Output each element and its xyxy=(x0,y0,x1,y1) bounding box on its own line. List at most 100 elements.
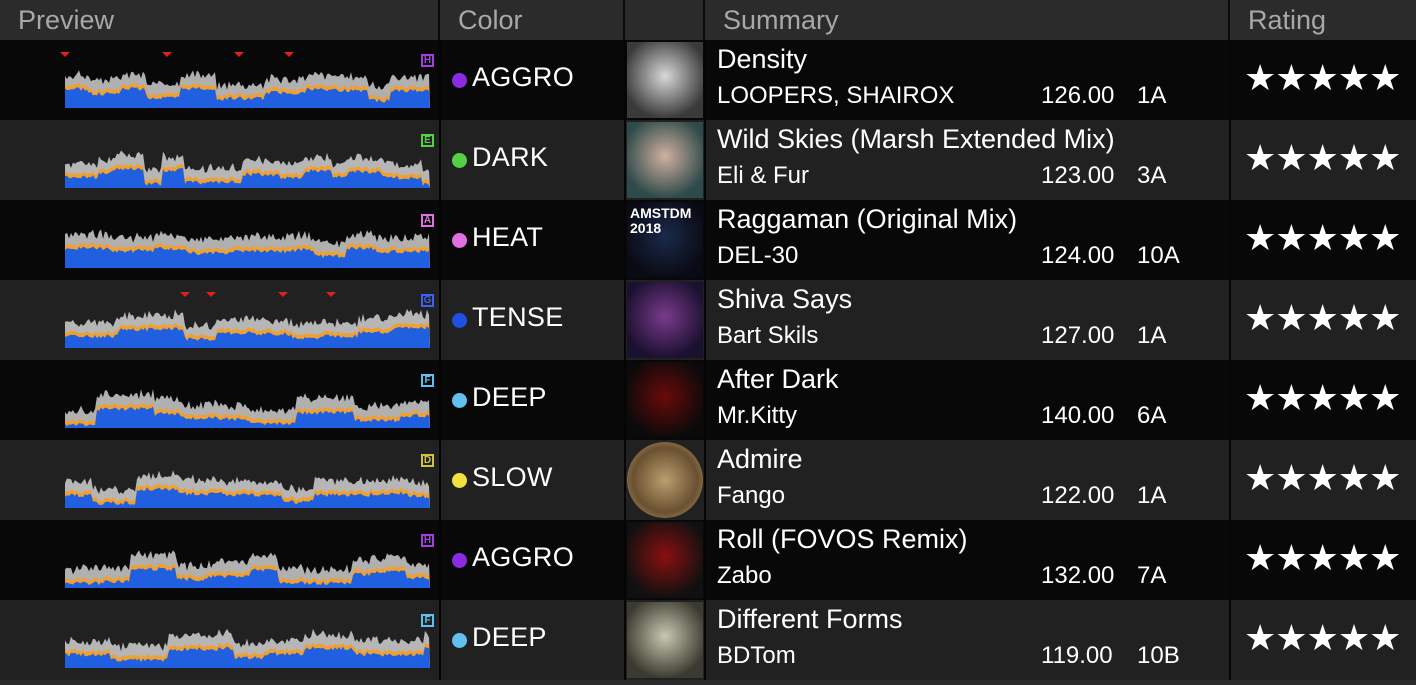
column-divider xyxy=(439,440,441,520)
track-artist: Bart Skils xyxy=(717,322,819,349)
color-cell[interactable]: DARK xyxy=(440,120,625,200)
track-title: Different Forms xyxy=(717,604,903,634)
summary-cell[interactable]: Shiva Says Bart Skils 127.00 1A xyxy=(705,280,1230,360)
waveform-preview[interactable] xyxy=(60,288,440,352)
track-row[interactable]: F DEEP After Dark Mr.Kitty 140.00 6A ★★★★★ xyxy=(0,360,1416,440)
column-divider xyxy=(704,520,706,600)
track-row[interactable]: D SLOW Admire Fango 122.00 1A ★★★★★ xyxy=(0,440,1416,520)
red-corridor-art xyxy=(627,522,703,598)
track-title: Wild Skies (Marsh Extended Mix) xyxy=(717,124,1115,154)
artwork-cell[interactable] xyxy=(625,360,705,440)
artwork-cell[interactable] xyxy=(625,280,705,360)
star-rating-icon[interactable]: ★★★★★ xyxy=(1244,378,1401,418)
cue-marker-icon[interactable] xyxy=(60,52,70,57)
summary-cell[interactable]: Raggaman (Original Mix) DEL-30 124.00 10A xyxy=(705,200,1230,280)
rating-cell[interactable]: ★★★★★ xyxy=(1230,360,1416,440)
column-divider xyxy=(439,600,441,680)
cue-marker-icon[interactable] xyxy=(180,292,190,297)
track-key: 6A xyxy=(1137,402,1167,429)
rating-cell[interactable]: ★★★★★ xyxy=(1230,600,1416,680)
waveform-preview[interactable] xyxy=(60,128,440,192)
cue-marker-icon[interactable] xyxy=(284,52,294,57)
cue-marker-icon[interactable] xyxy=(278,292,288,297)
summary-cell[interactable]: Wild Skies (Marsh Extended Mix) Eli & Fur… xyxy=(705,120,1230,200)
artwork-cell[interactable] xyxy=(625,600,705,680)
star-rating-icon[interactable]: ★★★★★ xyxy=(1244,298,1401,338)
track-key: 3A xyxy=(1137,162,1167,189)
color-cell[interactable]: DEEP xyxy=(440,360,625,440)
color-label: AGGRO xyxy=(472,542,575,572)
color-dot-icon xyxy=(452,153,467,168)
star-rating-icon[interactable]: ★★★★★ xyxy=(1244,538,1401,578)
track-row[interactable]: F DEEP Different Forms BDTom 119.00 10B ★★★★★ xyxy=(0,600,1416,680)
track-row[interactable]: E DARK Wild Skies (Marsh Extended Mix) Eli … xyxy=(0,120,1416,200)
rating-cell[interactable]: ★★★★★ xyxy=(1230,120,1416,200)
artwork-cell[interactable] xyxy=(625,520,705,600)
preview-cell: E xyxy=(0,120,440,200)
track-row[interactable]: H AGGRO Density LOOPERS, SHAIROX 126.00 1A ★★★… xyxy=(0,40,1416,120)
color-cell[interactable]: SLOW xyxy=(440,440,625,520)
color-cell[interactable]: AGGRO xyxy=(440,520,625,600)
track-artist: DEL-30 xyxy=(717,242,799,269)
track-row[interactable]: H AGGRO Roll (FOVOS Remix) Zabo 132.00 7A ★★★★… xyxy=(0,520,1416,600)
star-rating-icon[interactable]: ★★★★★ xyxy=(1244,458,1401,498)
column-divider xyxy=(624,440,626,520)
column-divider xyxy=(624,600,626,680)
color-cell[interactable]: HEAT xyxy=(440,200,625,280)
track-row[interactable]: G TENSE Shiva Says Bart Skils 127.00 1A ★★★★★ xyxy=(0,280,1416,360)
artwork-cell[interactable] xyxy=(625,120,705,200)
column-divider xyxy=(704,120,706,200)
column-header-preview[interactable]: Preview xyxy=(0,0,440,40)
color-cell[interactable]: AGGRO xyxy=(440,40,625,120)
column-header-summary[interactable]: Summary xyxy=(705,0,1230,40)
cue-marker-icon[interactable] xyxy=(234,52,244,57)
cue-marker-icon[interactable] xyxy=(326,292,336,297)
rating-cell[interactable]: ★★★★★ xyxy=(1230,40,1416,120)
color-cell[interactable]: DEEP xyxy=(440,600,625,680)
rating-cell[interactable]: ★★★★★ xyxy=(1230,280,1416,360)
star-rating-icon[interactable]: ★★★★★ xyxy=(1244,618,1401,658)
summary-cell[interactable]: Different Forms BDTom 119.00 10B xyxy=(705,600,1230,680)
star-rating-icon[interactable]: ★★★★★ xyxy=(1244,58,1401,98)
column-header-art[interactable] xyxy=(625,0,705,40)
waveform-preview[interactable] xyxy=(60,608,440,672)
waveform-preview[interactable] xyxy=(60,48,440,112)
summary-cell[interactable]: Roll (FOVOS Remix) Zabo 132.00 7A xyxy=(705,520,1230,600)
column-divider xyxy=(1229,280,1231,360)
rating-cell[interactable]: ★★★★★ xyxy=(1230,200,1416,280)
column-divider xyxy=(624,360,626,440)
rating-cell[interactable]: ★★★★★ xyxy=(1230,440,1416,520)
column-header-rating[interactable]: Rating xyxy=(1230,0,1416,40)
summary-cell[interactable]: Admire Fango 122.00 1A xyxy=(705,440,1230,520)
track-artist: LOOPERS, SHAIROX xyxy=(717,82,955,109)
waveform-preview[interactable] xyxy=(60,448,440,512)
column-divider xyxy=(439,120,441,200)
rating-cell[interactable]: ★★★★★ xyxy=(1230,520,1416,600)
table-footer-strip xyxy=(0,680,1416,685)
track-title: Admire xyxy=(717,444,803,474)
waveform-preview[interactable] xyxy=(60,528,440,592)
summary-cell[interactable]: Density LOOPERS, SHAIROX 126.00 1A xyxy=(705,40,1230,120)
artwork-cell[interactable] xyxy=(625,440,705,520)
track-row[interactable]: A HEAT AMSTDM 2018 Raggaman (Original Mix) D… xyxy=(0,200,1416,280)
track-key: 7A xyxy=(1137,562,1167,589)
color-label: DEEP xyxy=(472,622,547,652)
summary-cell[interactable]: After Dark Mr.Kitty 140.00 6A xyxy=(705,360,1230,440)
energy-badge: A xyxy=(421,214,434,227)
geometric-blocks-art xyxy=(627,602,703,678)
column-divider xyxy=(1229,40,1231,120)
artwork-cell[interactable] xyxy=(625,40,705,120)
cue-marker-icon[interactable] xyxy=(206,292,216,297)
color-dot-icon xyxy=(452,73,467,88)
star-rating-icon[interactable]: ★★★★★ xyxy=(1244,218,1401,258)
star-rating-icon[interactable]: ★★★★★ xyxy=(1244,138,1401,178)
track-title: After Dark xyxy=(717,364,839,394)
cue-marker-icon[interactable] xyxy=(162,52,172,57)
color-cell[interactable]: TENSE xyxy=(440,280,625,360)
waveform-preview[interactable] xyxy=(60,368,440,432)
column-header-color[interactable]: Color xyxy=(440,0,625,40)
track-bpm: 124.00 xyxy=(1041,242,1115,269)
artwork-cell[interactable]: AMSTDM 2018 xyxy=(625,200,705,280)
waveform-preview[interactable] xyxy=(60,208,440,272)
track-bpm: 127.00 xyxy=(1041,322,1115,349)
